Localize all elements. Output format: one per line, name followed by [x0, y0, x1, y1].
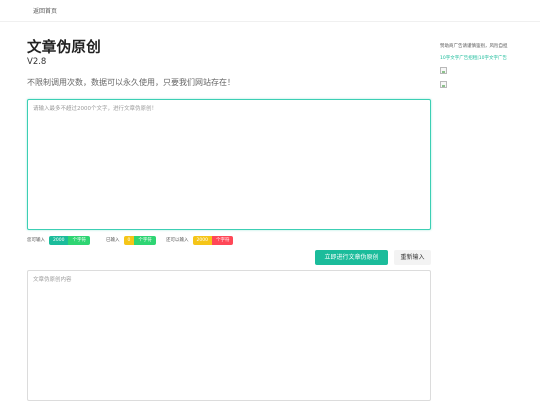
entered-label: 已输入 — [106, 238, 120, 243]
entered-unit: 个字符 — [134, 235, 156, 245]
ad-link-2[interactable]: 10字文字广告 — [479, 56, 507, 61]
rewrite-output[interactable] — [27, 270, 431, 401]
rewrite-button[interactable]: 立即进行文章伪原创 — [315, 250, 388, 265]
limit-label: 您可输入 — [27, 238, 45, 243]
broken-image-icon[interactable] — [440, 81, 447, 88]
sponsor-links: 10字文字广告招租|10字文字广告 — [440, 55, 507, 61]
sponsor-note: 赞助商广告请谨慎鉴别，风险自担 — [440, 44, 508, 49]
remaining-label: 还可以输入 — [166, 238, 189, 243]
top-nav-bar: 返回首页 — [0, 0, 540, 22]
limit-badge: 2000 个字符 — [49, 235, 90, 245]
limit-stat: 您可输入 2000 个字符 — [27, 235, 90, 245]
remaining-badge: 2000 个字符 — [192, 235, 234, 245]
limit-value: 2000 — [49, 235, 69, 245]
ad-link-1[interactable]: 10字文字广告招租 — [440, 56, 477, 61]
article-input[interactable] — [27, 99, 431, 230]
reset-button[interactable]: 重新输入 — [394, 250, 431, 265]
page-title: 文章伪原创 — [27, 40, 101, 56]
page-subtitle: 不限制调用次数，数据可以永久使用，只要我们网站存在！ — [27, 78, 235, 87]
limit-unit: 个字符 — [68, 235, 90, 245]
remaining-value: 2000 — [192, 235, 212, 245]
remaining-unit: 个字符 — [211, 235, 234, 245]
entered-value: 0 — [123, 235, 135, 245]
broken-image-icon[interactable] — [440, 67, 447, 74]
remaining-stat: 还可以输入 2000 个字符 — [166, 235, 234, 245]
entered-badge: 0 个字符 — [123, 235, 156, 245]
back-home-link[interactable]: 返回首页 — [33, 6, 57, 15]
entered-stat: 已输入 0 个字符 — [106, 235, 156, 245]
version-label: V2.8 — [27, 57, 47, 67]
